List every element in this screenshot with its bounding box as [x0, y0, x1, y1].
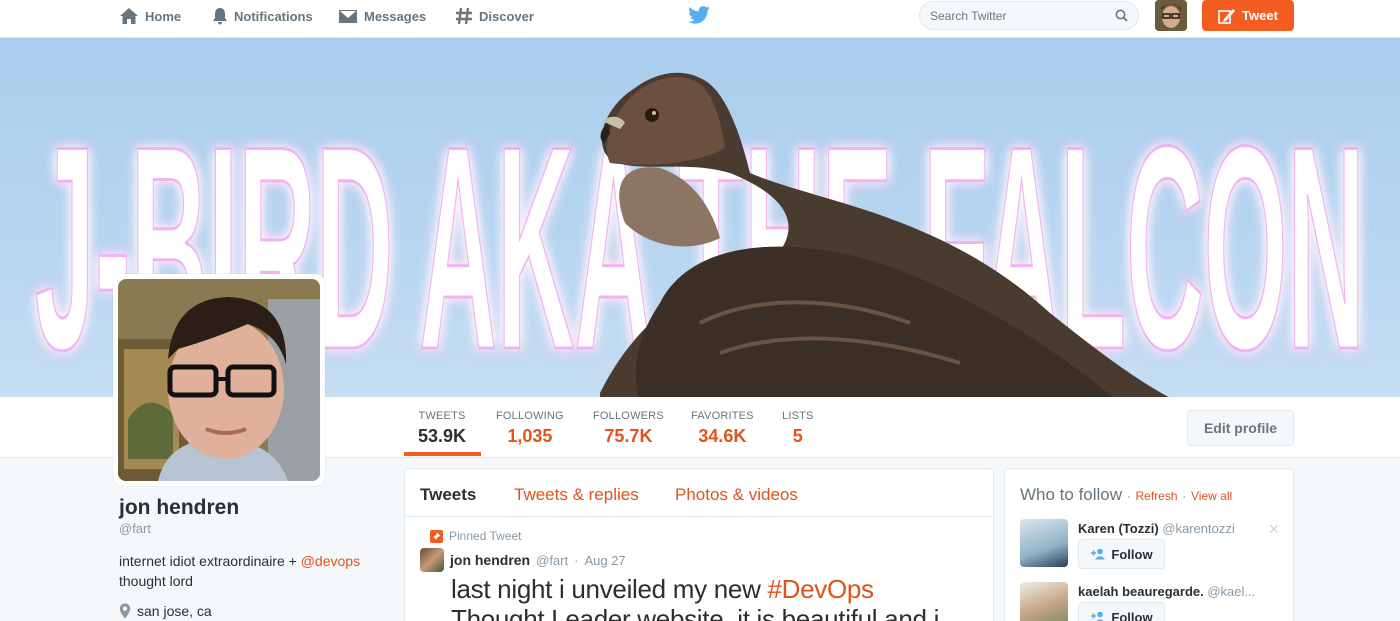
pinned-tweet-label: Pinned Tweet — [449, 529, 522, 543]
nav-home-label: Home — [145, 8, 182, 24]
stat-followers-value: 75.7K — [604, 426, 653, 446]
tab-tweets[interactable]: Tweets — [420, 485, 476, 505]
compose-tweet-button[interactable]: Tweet — [1202, 0, 1294, 31]
stat-lists-value: 5 — [792, 426, 803, 446]
stat-followers-label: FOLLOWERS — [593, 410, 664, 422]
compose-tweet-label: Tweet — [1242, 8, 1278, 23]
search-input[interactable] — [930, 8, 1100, 23]
suggestion-name[interactable]: Karen (Tozzi) @karentozzi — [1078, 521, 1258, 536]
stat-favorites-label: FAVORITES — [691, 410, 754, 422]
bio-text-line2: thought lord — [119, 573, 193, 589]
nav-notifications[interactable]: Notifications — [212, 0, 313, 32]
dismiss-suggestion-icon[interactable]: ✕ — [1268, 521, 1280, 538]
profile-avatar[interactable] — [113, 274, 325, 486]
tweet-text-line2: Thought Leader website. it is beautiful … — [451, 604, 940, 621]
tweet-text-prefix: last night i unveiled my new — [451, 574, 768, 604]
profile-handle[interactable]: @fart — [119, 521, 379, 536]
location-pin-icon — [119, 603, 131, 619]
profile-name[interactable]: jon hendren — [119, 496, 379, 520]
tweet-meta-separator: · — [574, 552, 579, 568]
nav-home[interactable]: Home — [119, 0, 181, 32]
profile-description: internet idiot extraordinaire + @devops … — [119, 551, 379, 591]
compose-icon — [1218, 8, 1236, 24]
refresh-link[interactable]: Refresh — [1136, 489, 1178, 503]
follow-button[interactable]: Follow — [1078, 602, 1165, 621]
timeline-tabs: Tweets Tweets & replies Photos & videos — [405, 469, 993, 517]
tweet-author-handle[interactable]: @fart — [536, 553, 568, 568]
hashtag-icon — [456, 7, 472, 25]
who-to-follow-title: Who to follow — [1020, 485, 1123, 504]
bell-icon — [213, 8, 227, 25]
header-separator-2: · — [1182, 489, 1187, 503]
tweet-header: jon hendren @fart · Aug 27 — [420, 548, 980, 572]
header-separator: · — [1126, 489, 1131, 503]
who-to-follow-panel: Who to follow · Refresh · View all Karen… — [1004, 468, 1294, 621]
top-nav-bar: Home Notifications Messages Discover Twe… — [0, 0, 1400, 38]
envelope-icon — [339, 10, 357, 23]
follow-label: Follow — [1111, 546, 1153, 562]
pinned-tweet-indicator: Pinned Tweet — [430, 529, 980, 543]
twitter-bird-icon[interactable] — [688, 6, 710, 24]
nav-discover[interactable]: Discover — [455, 0, 534, 32]
suggestion-avatar[interactable] — [1020, 519, 1068, 567]
stat-tweets-value: 53.9K — [418, 426, 467, 446]
stat-following[interactable]: FOLLOWING 1,035 — [496, 410, 564, 447]
tab-photos-and-videos[interactable]: Photos & videos — [675, 485, 798, 505]
follow-label: Follow — [1111, 609, 1153, 621]
suggestion-handle: @kael... — [1207, 584, 1256, 599]
nav-messages-label: Messages — [364, 8, 427, 24]
who-to-follow-header: Who to follow · Refresh · View all — [1020, 485, 1232, 505]
tweet-text: last night i unveiled my new #DevOps Tho… — [451, 574, 980, 621]
tweet-author-name[interactable]: jon hendren — [450, 552, 530, 568]
tweet-author-avatar[interactable] — [420, 548, 444, 572]
suggestion-handle: @karentozzi — [1162, 521, 1235, 536]
stat-tweets-label: TWEETS — [418, 410, 466, 422]
follow-button[interactable]: Follow — [1078, 539, 1165, 569]
follow-person-icon — [1091, 548, 1106, 560]
suggestion-name[interactable]: kaelah beauregarde. @kael... — [1078, 584, 1258, 599]
nav-discover-label: Discover — [479, 8, 534, 24]
user-avatar[interactable] — [1155, 0, 1187, 31]
suggestion-display-name: Karen (Tozzi) — [1078, 521, 1159, 536]
stat-favorites[interactable]: FAVORITES 34.6K — [691, 410, 754, 447]
stat-followers[interactable]: FOLLOWERS 75.7K — [593, 410, 664, 447]
stat-lists[interactable]: LISTS 5 — [782, 410, 814, 447]
pin-icon — [430, 529, 443, 543]
nav-messages[interactable]: Messages — [338, 0, 426, 32]
timeline-panel: Tweets Tweets & replies Photos & videos … — [404, 468, 994, 621]
falcon-image — [600, 72, 1169, 397]
bio-text: internet idiot extraordinaire + — [119, 553, 301, 569]
tweet-hashtag-link[interactable]: #DevOps — [767, 574, 874, 604]
suggestion-avatar[interactable] — [1020, 582, 1068, 621]
bio-mention-link[interactable]: @devops — [301, 553, 360, 569]
tweet-date[interactable]: Aug 27 — [584, 553, 625, 568]
home-icon — [120, 8, 138, 24]
stat-following-label: FOLLOWING — [496, 410, 564, 422]
profile-photo — [118, 279, 320, 481]
stat-lists-label: LISTS — [782, 410, 814, 422]
search-box[interactable] — [919, 1, 1139, 30]
follow-person-icon — [1091, 611, 1105, 621]
suggestion-display-name: kaelah beauregarde. — [1078, 584, 1204, 599]
pinned-tweet[interactable]: Pinned Tweet jon hendren @fart · Aug 27 … — [420, 529, 980, 621]
search-icon[interactable] — [1115, 9, 1128, 22]
stat-tweets[interactable]: TWEETS 53.9K — [418, 410, 466, 447]
profile-location: san jose, ca — [119, 603, 379, 619]
location-text: san jose, ca — [137, 603, 212, 619]
stat-following-value: 1,035 — [507, 426, 553, 446]
edit-profile-button[interactable]: Edit profile — [1187, 410, 1294, 446]
active-stat-underline — [404, 452, 481, 456]
view-all-link[interactable]: View all — [1191, 489, 1232, 503]
profile-bio-card: jon hendren @fart internet idiot extraor… — [119, 496, 379, 619]
stat-favorites-value: 34.6K — [698, 426, 747, 446]
nav-notifications-label: Notifications — [234, 8, 313, 24]
tab-tweets-and-replies[interactable]: Tweets & replies — [514, 485, 639, 505]
